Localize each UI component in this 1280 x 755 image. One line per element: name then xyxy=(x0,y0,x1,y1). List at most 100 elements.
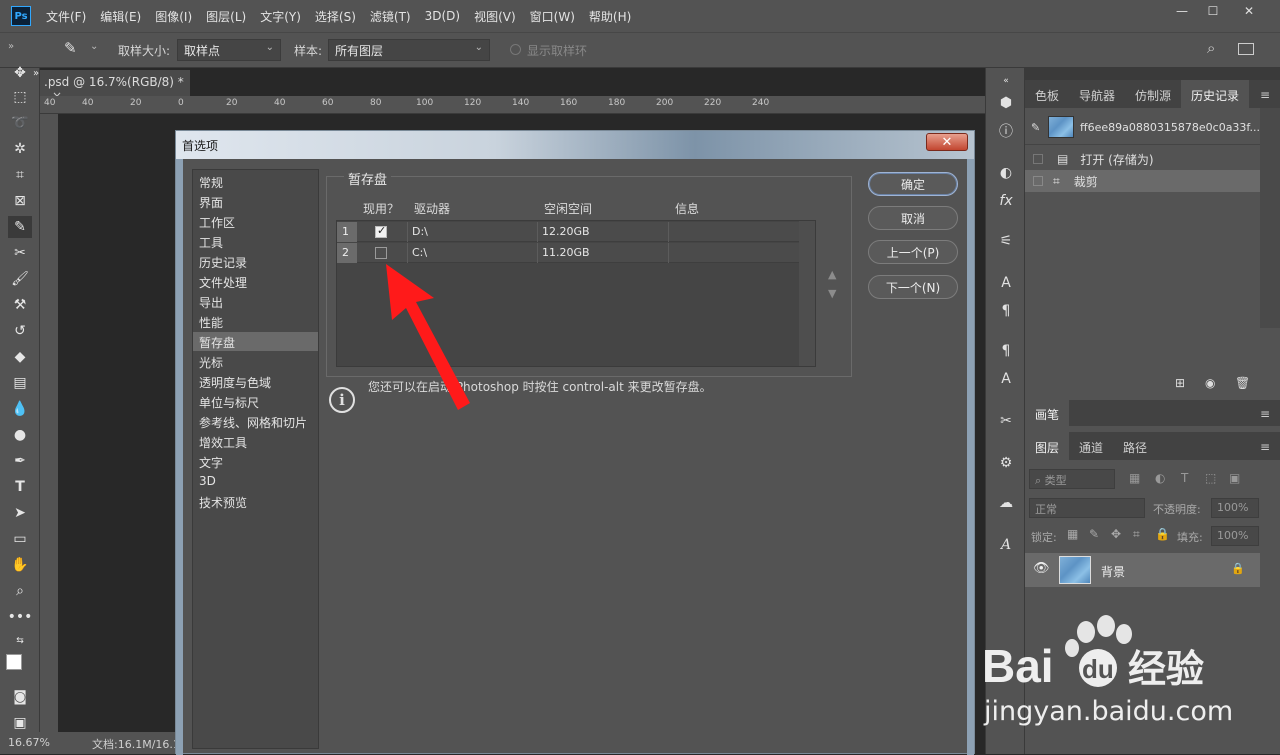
clone-stamp-tool-icon[interactable]: ⚒ xyxy=(8,294,32,316)
lock-artboard-icon[interactable]: ⌗ xyxy=(1133,527,1140,542)
more-tools-icon[interactable]: ••• xyxy=(8,606,33,628)
dialog-close-button[interactable]: ✕ xyxy=(926,133,968,151)
category-scratch-disks[interactable]: 暂存盘 xyxy=(193,332,318,351)
menu-window[interactable]: 窗口(W) xyxy=(523,8,582,25)
move-down-arrow-icon[interactable]: ▼ xyxy=(828,287,836,300)
lasso-tool-icon[interactable]: ➰ xyxy=(8,112,32,134)
eyedropper-tool-icon[interactable]: ✎ xyxy=(64,39,77,57)
type-tool-icon[interactable]: T xyxy=(8,476,32,498)
zoom-tool-icon[interactable]: ⌕ xyxy=(8,580,32,602)
category-transparency[interactable]: 透明度与色域 xyxy=(193,372,318,391)
active-checkbox[interactable] xyxy=(375,224,387,238)
sample-size-select[interactable]: 取样点 ⌄ xyxy=(177,39,281,61)
previous-button[interactable]: 上一个(P) xyxy=(868,240,958,264)
screen-mode-icon[interactable]: ▣ xyxy=(8,712,32,734)
filter-type-icon[interactable]: T xyxy=(1181,471,1188,485)
tool-preset-chevron-icon[interactable]: ⌄ xyxy=(90,41,98,52)
healing-brush-tool-icon[interactable]: ✂ xyxy=(8,242,32,264)
minimize-button[interactable]: — xyxy=(1165,0,1199,22)
history-item[interactable]: ▤ 打开 (存储为) xyxy=(1025,148,1260,170)
category-file-handling[interactable]: 文件处理 xyxy=(193,272,318,291)
camera-icon[interactable]: ◉ xyxy=(1205,376,1215,390)
brush-settings-icon[interactable]: ⚟ xyxy=(994,230,1018,252)
tab-history[interactable]: 历史记录 xyxy=(1181,80,1250,108)
category-type[interactable]: 文字 xyxy=(193,452,318,471)
menu-type[interactable]: 文字(Y) xyxy=(253,8,308,25)
crop-tool-icon[interactable]: ⌗ xyxy=(8,164,32,186)
3d-panel-icon[interactable]: ⬢ xyxy=(994,92,1018,114)
history-source-checkbox[interactable] xyxy=(1033,154,1043,164)
tab-brush[interactable]: 画笔 xyxy=(1025,400,1070,426)
search-icon[interactable]: ⌕ xyxy=(1207,39,1215,57)
category-units-rulers[interactable]: 单位与标尺 xyxy=(193,392,318,411)
brush-source-icon[interactable]: ✎ xyxy=(1031,121,1044,134)
menu-help[interactable]: 帮助(H) xyxy=(582,8,638,25)
info-panel-icon[interactable]: ⓘ xyxy=(994,120,1018,142)
swap-colors-icon[interactable]: ⇆ xyxy=(8,630,32,652)
sample-select[interactable]: 所有图层 ⌄ xyxy=(328,39,490,61)
fill-field[interactable]: 100% xyxy=(1211,526,1259,546)
filter-shape-icon[interactable]: ⬚ xyxy=(1205,471,1216,485)
new-document-from-state-icon[interactable]: ⊞ xyxy=(1175,376,1185,390)
ok-button[interactable]: 确定 xyxy=(868,172,958,196)
paragraph-panel-icon[interactable]: ¶ xyxy=(994,300,1018,322)
dialog-titlebar[interactable]: 首选项 ✕ xyxy=(176,131,974,159)
tab-swatches[interactable]: 色板 xyxy=(1025,80,1069,108)
history-source-checkbox[interactable] xyxy=(1033,176,1043,186)
eraser-tool-icon[interactable]: ◆ xyxy=(8,346,32,368)
quick-mask-icon[interactable]: ◙ xyxy=(8,686,32,708)
magic-wand-tool-icon[interactable]: ✲ xyxy=(8,138,32,160)
properties-icon[interactable]: ⚙ xyxy=(994,452,1018,474)
status-zoom[interactable]: 16.67% xyxy=(8,736,50,749)
panel-menu-icon[interactable]: ≡ xyxy=(1260,88,1270,102)
menu-view[interactable]: 视图(V) xyxy=(467,8,523,25)
glyphs-icon[interactable]: A xyxy=(994,534,1018,556)
pen-tool-icon[interactable]: ✒ xyxy=(8,450,32,472)
styles-panel-icon[interactable]: fx xyxy=(994,190,1018,212)
character-styles-icon[interactable]: A xyxy=(994,368,1018,390)
panel-menu-icon[interactable]: ≡ xyxy=(1260,440,1270,454)
close-window-button[interactable]: ✕ xyxy=(1232,0,1266,22)
lock-position-icon[interactable]: ✥ xyxy=(1111,527,1121,541)
category-history[interactable]: 历史记录 xyxy=(193,252,318,271)
path-selection-tool-icon[interactable]: ➤ xyxy=(8,502,32,524)
filter-smart-object-icon[interactable]: ▣ xyxy=(1229,471,1240,485)
trash-icon[interactable]: 🗑 xyxy=(1235,376,1250,390)
maximize-button[interactable]: ☐ xyxy=(1196,0,1230,22)
table-row[interactable]: 1 D:\ 12.20GB xyxy=(337,222,799,242)
tab-navigator[interactable]: 导航器 xyxy=(1069,80,1125,108)
menu-3d[interactable]: 3D(D) xyxy=(418,9,467,23)
character-panel-icon[interactable]: A xyxy=(994,272,1018,294)
category-tools[interactable]: 工具 xyxy=(193,232,318,251)
menu-layer[interactable]: 图层(L) xyxy=(199,8,253,25)
tab-channels[interactable]: 通道 xyxy=(1069,432,1113,460)
move-up-arrow-icon[interactable]: ▲ xyxy=(828,268,836,281)
filter-adjustment-icon[interactable]: ◐ xyxy=(1155,471,1165,485)
eyedropper-tool-icon[interactable]: ✎ xyxy=(8,216,32,238)
layer-row[interactable]: 👁 背景 🔒 xyxy=(1025,553,1260,587)
history-item[interactable]: ⌗ 裁剪 xyxy=(1025,170,1260,192)
category-plugins[interactable]: 增效工具 xyxy=(193,432,318,451)
menu-file[interactable]: 文件(F) xyxy=(39,8,93,25)
blur-tool-icon[interactable]: 💧 xyxy=(8,398,32,420)
category-cursors[interactable]: 光标 xyxy=(193,352,318,371)
lock-pixels-icon[interactable]: ✎ xyxy=(1089,527,1099,541)
libraries-icon[interactable]: ☁ xyxy=(994,492,1018,514)
opacity-field[interactable]: 100% xyxy=(1211,498,1259,518)
history-scrollbar[interactable] xyxy=(1260,108,1280,328)
filter-pixel-icon[interactable]: ▦ xyxy=(1129,471,1140,485)
document-tab[interactable]: .psd @ 16.7%(RGB/8) * × xyxy=(40,70,190,103)
cancel-button[interactable]: 取消 xyxy=(868,206,958,230)
show-ring-checkbox[interactable] xyxy=(510,44,521,55)
category-general[interactable]: 常规 xyxy=(193,172,318,191)
category-workspace[interactable]: 工作区 xyxy=(193,212,318,231)
move-tool-icon[interactable]: ✥ xyxy=(8,62,32,84)
history-snapshot[interactable]: ✎ ff6ee89a0880315878e0c0a33f... xyxy=(1025,116,1260,138)
menu-select[interactable]: 选择(S) xyxy=(308,8,363,25)
category-guides-grid[interactable]: 参考线、网格和切片 xyxy=(193,412,318,431)
category-interface[interactable]: 界面 xyxy=(193,192,318,211)
lock-transparent-icon[interactable]: ▦ xyxy=(1067,527,1078,541)
panel-menu-icon[interactable]: ≡ xyxy=(1260,407,1270,421)
tab-clone-source[interactable]: 仿制源 xyxy=(1125,80,1181,108)
adjustments-panel-icon[interactable]: ◐ xyxy=(994,162,1018,184)
